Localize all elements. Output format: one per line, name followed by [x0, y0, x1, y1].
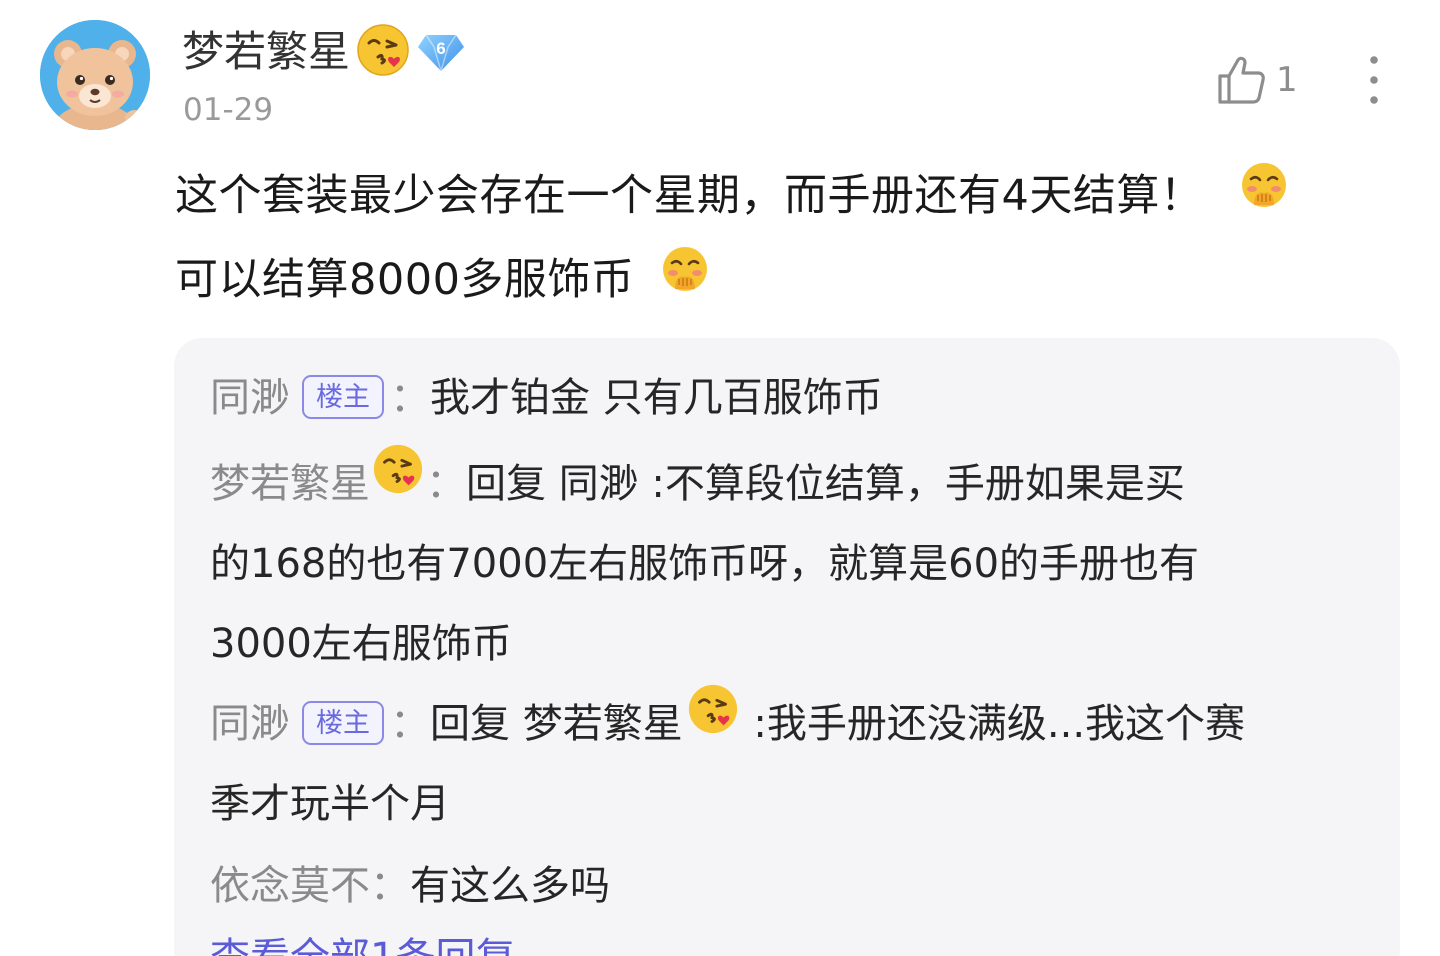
level-diamond-icon: 6 [416, 31, 466, 74]
reply-text-line-3: 3000左右服饰币 [210, 621, 512, 667]
reply-item[interactable]: 梦若繁星 ：回复 同渺 :不算段位结算，手册如果是买 的168的也有7000左右… [210, 444, 1360, 684]
op-badge: 楼主 [302, 701, 384, 745]
reply-colon: ： [426, 461, 466, 507]
reply-author[interactable]: 同渺 [210, 375, 290, 421]
kissing-heart-emoji-icon [687, 682, 739, 762]
user-avatar[interactable] [40, 20, 150, 130]
comment-line-2: 可以结算8000多服饰币 [175, 238, 1400, 322]
reply-line: 同渺 楼主 ：回复 梦若繁星 :我手册还没满级...我这个赛 [210, 684, 1360, 764]
view-all-replies-link[interactable]: 查看全部1条回复 [210, 928, 515, 956]
kissing-heart-emoji-icon [356, 23, 410, 81]
op-badge: 楼主 [302, 375, 384, 419]
like-button[interactable]: 1 [1216, 50, 1298, 110]
reply-text-line-2: 的168的也有7000左右服饰币呀，就算是60的手册也有 [210, 541, 1200, 587]
shy-face-emoji-icon [661, 237, 709, 321]
reply-author[interactable]: 梦若繁星 [210, 461, 370, 507]
reply-item[interactable]: 依念莫不：有这么多吗 [210, 846, 1360, 926]
shy-face-emoji-icon [1240, 153, 1288, 237]
username[interactable]: 梦若繁星 [182, 22, 350, 82]
reply-prefix: 回复 梦若繁星 [430, 701, 683, 747]
bear-avatar-icon [40, 20, 150, 130]
level-number: 6 [436, 39, 445, 58]
reply-text-line-2: 季才玩半个月 [210, 781, 450, 827]
reply-colon: ： [390, 701, 430, 747]
more-options-button[interactable] [1356, 52, 1392, 108]
reply-colon: ： [370, 863, 410, 909]
username-row: 梦若繁星 6 [182, 22, 466, 82]
comment-page: 梦若繁星 6 01-29 1 这个套装最少会存在一个星期，而手册还有4天结算！ … [0, 0, 1440, 956]
reply-author[interactable]: 同渺 [210, 701, 290, 747]
reply-colon: ： [390, 375, 430, 421]
reply-suffix: :我手册还没满级...我这个赛 [740, 701, 1246, 747]
thumbs-up-icon [1218, 56, 1265, 104]
comment-date: 01-29 [183, 92, 274, 128]
comment-text-line-1: 这个套装最少会存在一个星期，而手册还有4天结算！ [175, 171, 1204, 221]
reply-author[interactable]: 依念莫不 [210, 863, 370, 909]
comment-text-line-2: 可以结算8000多服饰币 [175, 255, 635, 305]
reply-item[interactable]: 同渺 楼主 ：回复 梦若繁星 :我手册还没满级...我这个赛 季才玩半个月 [210, 684, 1360, 844]
reply-text: 我才铂金 只有几百服饰币 [430, 375, 883, 421]
reply-text: 有这么多吗 [410, 863, 610, 909]
reply-line: 梦若繁星 ：回复 同渺 :不算段位结算，手册如果是买 [210, 444, 1360, 524]
reply-item[interactable]: 同渺 楼主 ：我才铂金 只有几百服饰币 [210, 358, 1360, 438]
more-vertical-icon [1370, 56, 1378, 104]
kissing-heart-emoji-icon [372, 442, 424, 522]
comment-body: 这个套装最少会存在一个星期，而手册还有4天结算！ 可以结算8000多服饰币 [175, 154, 1400, 322]
comment-line-1: 这个套装最少会存在一个星期，而手册还有4天结算！ [175, 154, 1400, 238]
reply-text-line-1: 回复 同渺 :不算段位结算，手册如果是买 [466, 461, 1185, 507]
like-count: 1 [1276, 60, 1298, 100]
replies-panel: 同渺 楼主 ：我才铂金 只有几百服饰币 梦若繁星 ：回复 同渺 :不算段位结算，手册… [174, 338, 1400, 956]
